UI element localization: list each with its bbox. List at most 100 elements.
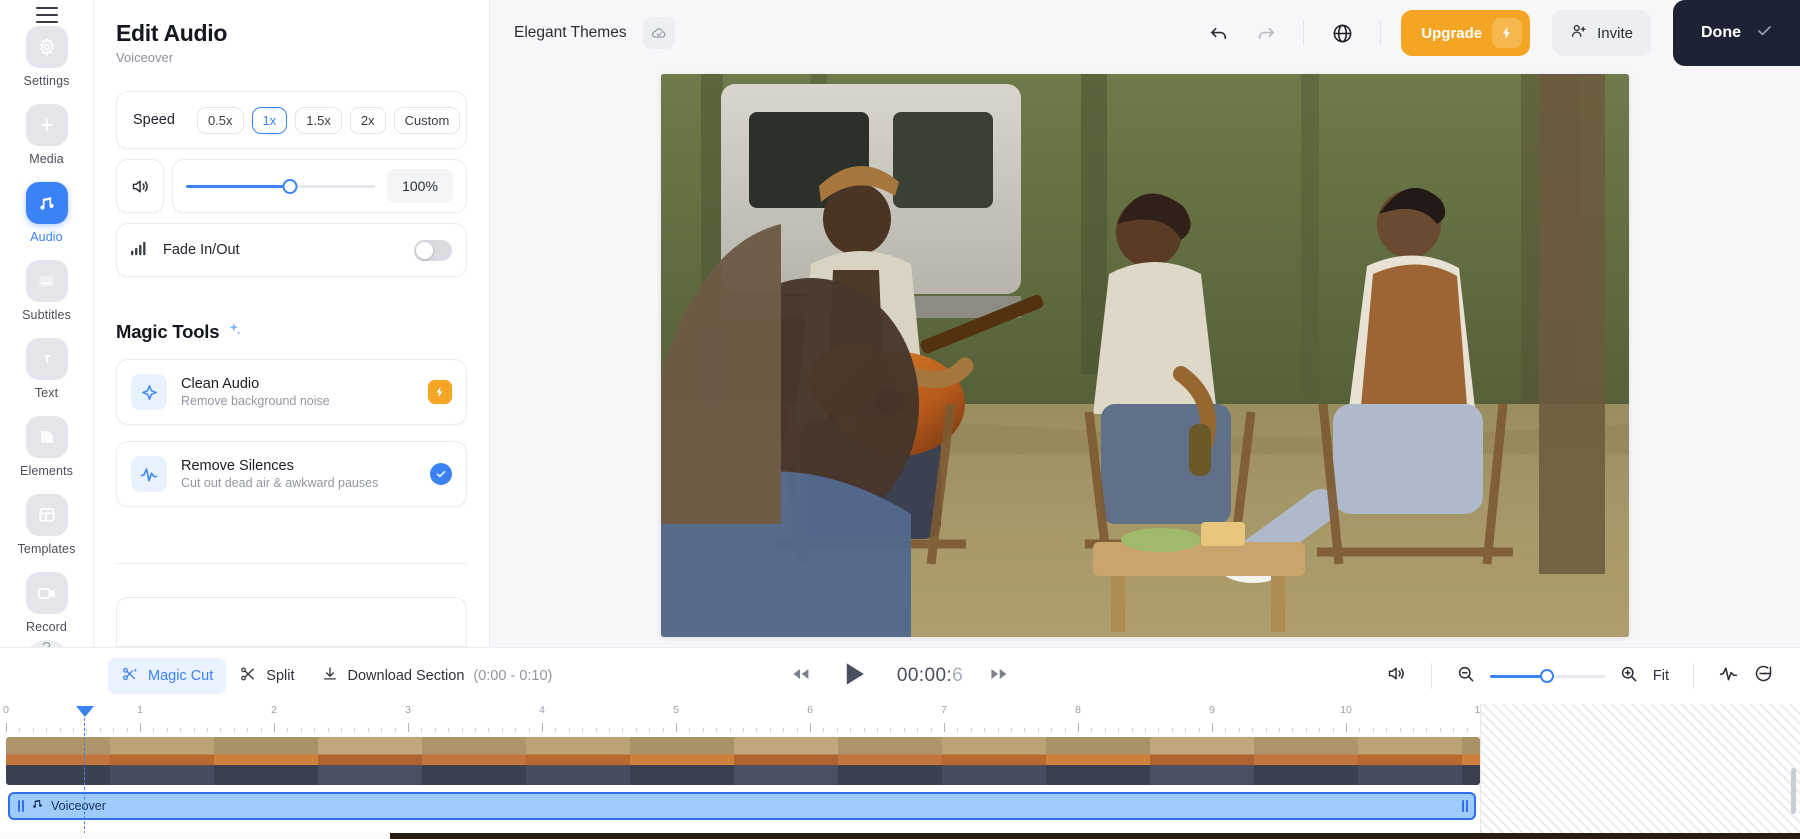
zoom-in-icon[interactable]: [1619, 664, 1639, 689]
speed-option-custom[interactable]: Custom: [393, 106, 461, 134]
ruler-tick-label: 4: [539, 704, 545, 716]
volume-slider[interactable]: [186, 178, 375, 194]
ruler-tick: [810, 723, 811, 732]
ruler-subtick: [622, 728, 624, 732]
tool-remove-silences[interactable]: Remove Silences Cut out dead air & awkwa…: [116, 441, 467, 507]
audio-track-voiceover[interactable]: Voiceover: [8, 792, 1476, 820]
zoom-slider[interactable]: [1489, 668, 1605, 684]
fit-button[interactable]: Fit: [1653, 668, 1669, 684]
ruler-subtick: [689, 728, 691, 732]
bars-icon: [131, 240, 149, 261]
clip-left-handle[interactable]: [18, 800, 24, 812]
clip-right-handle[interactable]: [1462, 800, 1468, 812]
globe-icon[interactable]: [1324, 15, 1360, 51]
sidebar-item-text[interactable]: T Text: [0, 328, 94, 406]
split-button[interactable]: Split: [226, 658, 307, 694]
sidebar-item-subtitles[interactable]: Subtitles: [0, 250, 94, 328]
speed-option-2x[interactable]: 2x: [349, 106, 386, 134]
speed-option-1-5x[interactable]: 1.5x: [295, 106, 342, 134]
timeline-right-controls: Fit: [1386, 663, 1774, 689]
video-preview[interactable]: [661, 74, 1629, 637]
fade-toggle[interactable]: [414, 239, 452, 261]
video-thumbnail: [1358, 737, 1462, 785]
slider-fill: [1489, 674, 1548, 678]
sidebar-label: Subtitles: [22, 308, 71, 322]
ruler-subtick: [220, 728, 222, 732]
play-icon[interactable]: [837, 657, 871, 696]
magic-cut-button[interactable]: Magic Cut: [108, 658, 227, 694]
panel-next-section: [116, 597, 467, 647]
speed-option-1x[interactable]: 1x: [251, 106, 288, 134]
skip-back-icon[interactable]: [791, 664, 811, 689]
ruler-subtick: [153, 728, 155, 732]
tool-description: Cut out dead air & awkward pauses: [181, 476, 379, 490]
invite-button[interactable]: Invite: [1552, 10, 1651, 56]
speaker-wave-icon[interactable]: [116, 159, 164, 213]
fade-control[interactable]: Fade In/Out: [116, 223, 467, 277]
ruler-subtick: [1319, 728, 1321, 732]
download-section-button[interactable]: Download Section (0:00 - 0:10): [308, 658, 566, 694]
ruler-subtick: [1399, 728, 1401, 732]
speed-option-0-5x[interactable]: 0.5x: [196, 106, 244, 134]
ruler-subtick: [970, 728, 972, 732]
redo-arrow-icon[interactable]: [1247, 15, 1283, 51]
ruler-tick: [140, 723, 141, 732]
video-thumbnail: [1462, 737, 1480, 785]
ruler-subtick: [850, 728, 852, 732]
ruler-subtick: [595, 728, 597, 732]
divider: [1430, 663, 1432, 689]
video-thumbnail: [734, 737, 838, 785]
ruler-subtick: [327, 728, 329, 732]
ruler-subtick: [193, 728, 195, 732]
cloud-check-icon[interactable]: [642, 17, 675, 49]
playback-controls: 00:00:6: [791, 657, 1009, 696]
ruler-subtick: [207, 728, 208, 732]
done-button[interactable]: Done: [1673, 0, 1800, 66]
sidebar-item-audio[interactable]: Audio: [0, 172, 94, 250]
sidebar-item-settings[interactable]: Settings: [0, 16, 94, 94]
volume-control: 100%: [116, 159, 467, 213]
divider: [1380, 20, 1382, 46]
ruler-subtick: [1091, 728, 1093, 732]
ruler-subtick: [515, 728, 517, 732]
timeline-scrollbar[interactable]: [1791, 768, 1796, 814]
ruler-subtick: [823, 728, 825, 732]
video-track[interactable]: [6, 737, 1480, 785]
undo-arrow-icon[interactable]: [1201, 15, 1237, 51]
ruler-tick: [944, 723, 945, 732]
slider-knob[interactable]: [282, 178, 298, 194]
zoom-out-icon[interactable]: [1456, 664, 1476, 689]
page-title: Edit Audio: [116, 20, 228, 46]
caption-bubble-icon[interactable]: [1753, 663, 1774, 689]
ruler-subtick: [917, 728, 919, 732]
ruler-subtick: [32, 728, 34, 732]
sidebar-item-templates[interactable]: Templates: [0, 484, 94, 562]
ruler-tick: [1346, 723, 1347, 732]
sidebar-item-elements[interactable]: Elements: [0, 406, 94, 484]
sidebar-item-record[interactable]: Record: [0, 562, 94, 640]
ruler-tick-label: 6: [807, 704, 813, 716]
bolt-badge-icon: [428, 380, 452, 404]
ruler-subtick: [461, 728, 463, 732]
skip-forward-icon[interactable]: [989, 664, 1009, 689]
timeline-body[interactable]: 0123456789101112 Voiceover: [0, 704, 1800, 839]
upgrade-label: Upgrade: [1421, 24, 1483, 42]
ruler-tick: [274, 723, 275, 732]
tool-clean-audio[interactable]: Clean Audio Remove background noise: [116, 359, 467, 425]
sidebar-item-media[interactable]: Media: [0, 94, 94, 172]
speaker-wave-icon[interactable]: [1386, 663, 1407, 689]
current-time: 00:00:: [896, 665, 953, 686]
ruler-subtick: [528, 728, 530, 732]
ruler-subtick: [1238, 728, 1240, 732]
ruler-subtick: [863, 728, 865, 732]
slider-knob[interactable]: [1540, 669, 1555, 683]
playhead[interactable]: [75, 706, 94, 839]
upgrade-button[interactable]: Upgrade: [1401, 10, 1531, 56]
ruler-subtick: [341, 728, 342, 732]
waveform-icon[interactable]: [1718, 663, 1739, 689]
project-name[interactable]: Elegant Themes: [514, 24, 627, 42]
current-frames: 6: [952, 665, 964, 686]
magic-scissors-icon: [121, 665, 139, 687]
ruler-subtick: [1439, 728, 1441, 732]
done-label: Done: [1701, 24, 1741, 41]
